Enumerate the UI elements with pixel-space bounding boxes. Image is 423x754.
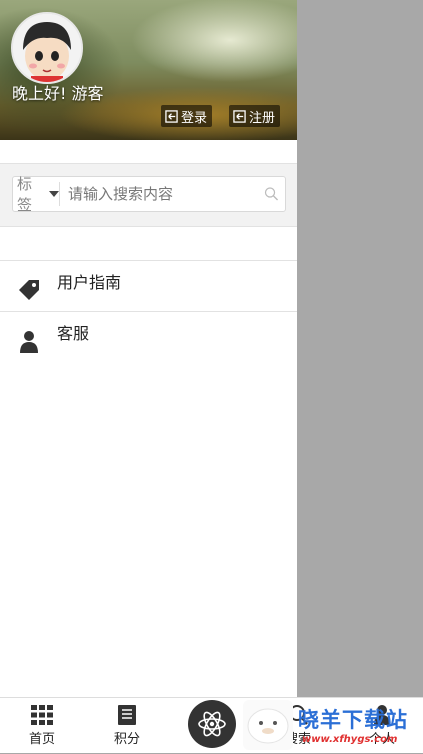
- avatar[interactable]: [11, 12, 83, 84]
- tag-icon: [19, 280, 39, 300]
- watermark-text: 晓羊下载站: [298, 708, 408, 732]
- nav-points-label: 积分: [113, 732, 140, 747]
- login-button[interactable]: 登录: [161, 105, 213, 127]
- sheep-mascot-icon: [247, 708, 289, 744]
- register-icon: [233, 109, 246, 123]
- dim-overlay[interactable]: [297, 0, 423, 697]
- register-label: 注册: [249, 110, 276, 126]
- nav-home[interactable]: 首页: [12, 702, 72, 750]
- register-button[interactable]: 注册: [229, 105, 281, 127]
- cartoon-avatar-icon: [13, 14, 81, 82]
- watermark-url: www.xfhygs.com: [302, 734, 398, 745]
- search-bar-area: 标签: [0, 163, 297, 227]
- document-icon: [118, 705, 136, 725]
- login-label: 登录: [181, 110, 208, 126]
- caret-down-icon: [49, 191, 60, 197]
- menu-item-label: 客服: [57, 324, 90, 343]
- person-icon: [20, 331, 38, 353]
- nav-center-button[interactable]: [188, 700, 236, 748]
- search-input[interactable]: [59, 184, 264, 204]
- nav-home-label: 首页: [28, 732, 55, 747]
- menu-item-customer-service[interactable]: 客服: [0, 312, 297, 362]
- drawer-header: 晚上好! 游客 登录 注册: [0, 0, 297, 140]
- nav-points[interactable]: 积分: [97, 702, 157, 750]
- search-icon[interactable]: [264, 184, 279, 204]
- greeting-text: 晚上好! 游客: [12, 84, 104, 103]
- side-drawer: 晚上好! 游客 登录 注册 标签 请输入搜索内容 用户指南 客服: [0, 0, 297, 697]
- login-icon: [165, 109, 178, 123]
- watermark-mascot: [243, 700, 293, 750]
- search-box: 标签: [12, 175, 286, 214]
- menu-item-user-guide[interactable]: 用户指南: [0, 261, 297, 311]
- tag-select-label: 标签: [17, 175, 33, 214]
- tag-select[interactable]: 标签: [13, 175, 60, 214]
- grid-icon: [31, 705, 53, 725]
- menu-item-label: 用户指南: [57, 273, 122, 292]
- atom-icon: [198, 711, 226, 737]
